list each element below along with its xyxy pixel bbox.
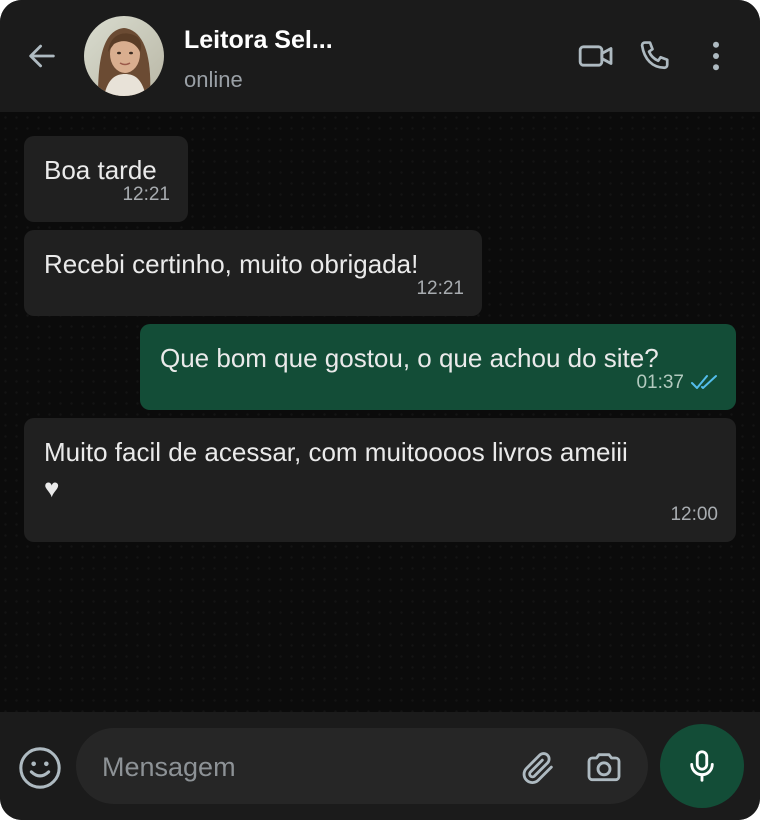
message-input[interactable] [100, 746, 504, 788]
voice-message-button[interactable] [660, 724, 744, 808]
chat-header: Leitora Sel... online [0, 0, 760, 112]
camera-icon [587, 753, 621, 782]
message-list[interactable]: Boa tarde 12:21 Recebi certinho, muito o… [0, 112, 760, 712]
message-time: 12:21 [122, 184, 170, 205]
contact-name[interactable]: Leitora Sel... [184, 26, 333, 55]
message-bubble-incoming[interactable]: Boa tarde 12:21 [24, 136, 188, 222]
message-text: Boa tarde [44, 155, 157, 185]
video-camera-icon [578, 45, 613, 67]
attach-button[interactable] [516, 746, 560, 790]
camera-button[interactable] [582, 746, 626, 790]
more-options-button[interactable] [694, 34, 738, 78]
avatar[interactable] [84, 16, 164, 96]
more-vertical-icon [713, 41, 719, 71]
back-button[interactable] [22, 36, 62, 76]
voice-call-button[interactable] [634, 34, 678, 78]
emoji-icon [19, 747, 61, 789]
message-text: Recebi certinho, muito obrigada! [44, 249, 419, 279]
paperclip-icon [522, 752, 553, 785]
message-time: 01:37 [636, 372, 684, 393]
chat-window: Leitora Sel... online Boa tarde 12:21 Re… [0, 0, 760, 820]
message-text: Muito facil de acessar, com muitoooos li… [44, 437, 628, 503]
message-time: 12:21 [416, 278, 464, 299]
message-text: Que bom que gostou, o que achou do site? [160, 343, 659, 373]
message-time: 12:00 [670, 504, 718, 525]
message-bubble-outgoing[interactable]: Que bom que gostou, o que achou do site?… [140, 324, 736, 410]
message-input-container [76, 728, 648, 804]
emoji-button[interactable] [16, 744, 64, 792]
arrow-left-icon [29, 44, 55, 68]
microphone-icon [690, 750, 714, 782]
message-bubble-incoming[interactable]: Muito facil de acessar, com muitoooos li… [24, 418, 736, 542]
double-check-icon [691, 375, 717, 389]
video-call-button[interactable] [574, 34, 618, 78]
phone-icon [640, 41, 669, 70]
contact-status: online [184, 67, 243, 92]
message-composer [0, 712, 760, 820]
message-bubble-incoming[interactable]: Recebi certinho, muito obrigada! 12:21 [24, 230, 482, 316]
